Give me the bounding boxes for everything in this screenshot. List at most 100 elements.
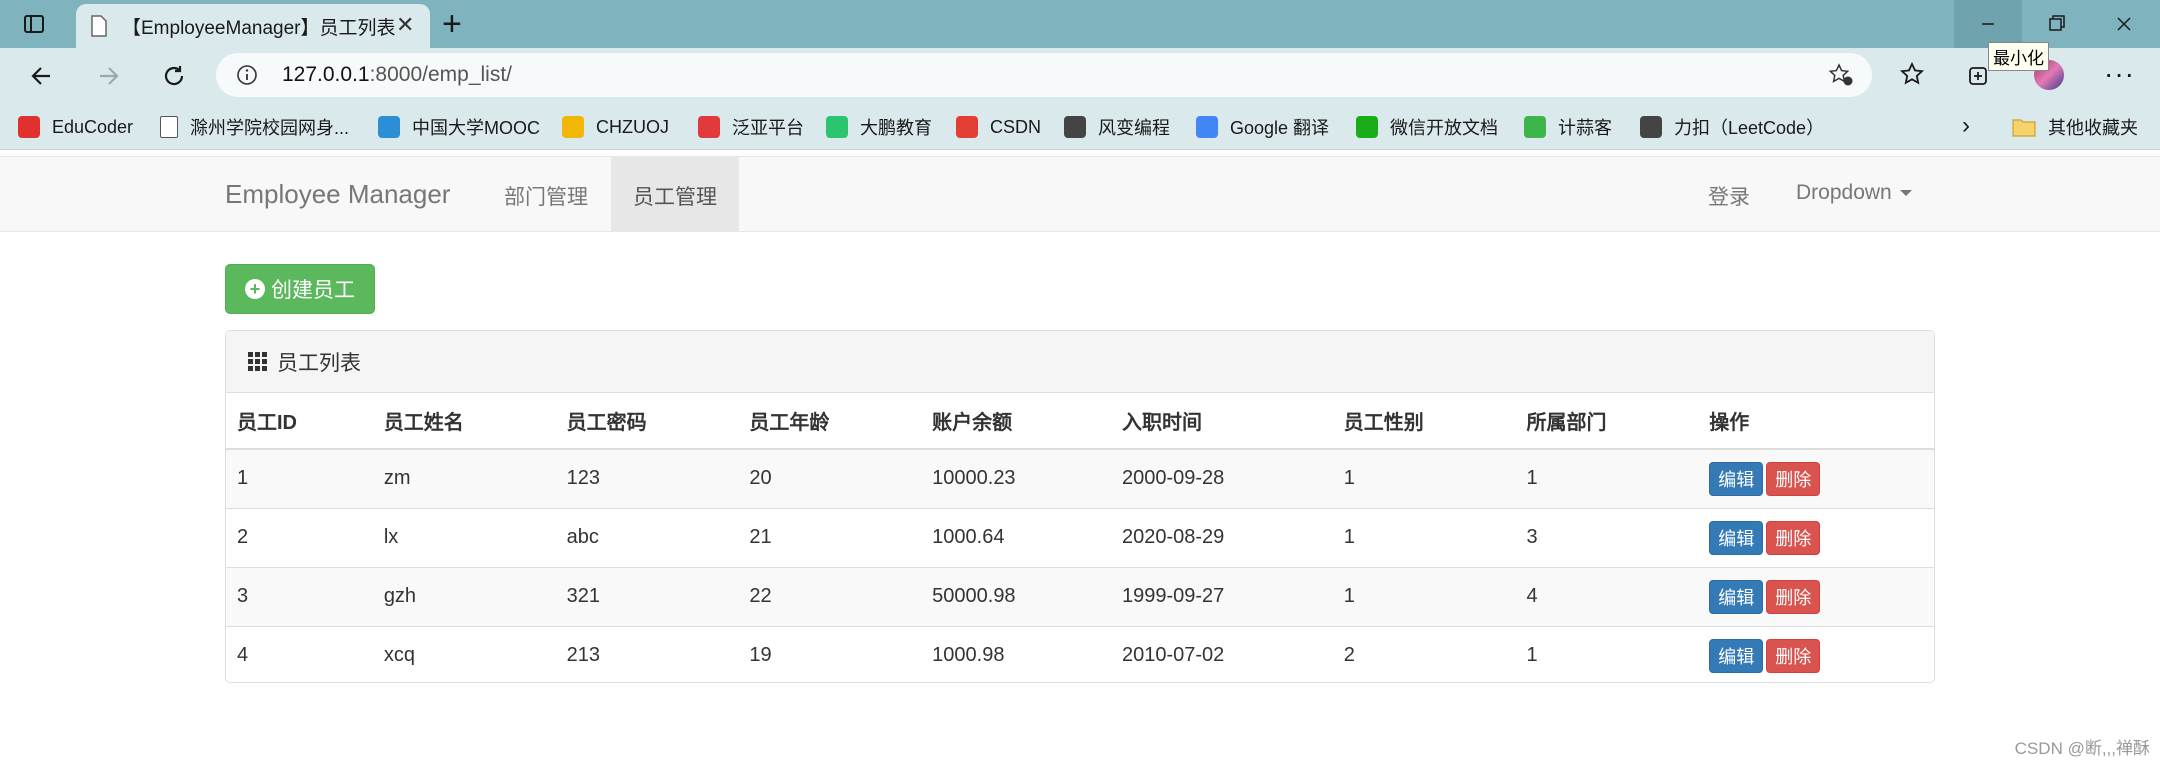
- actions-cell: 编辑 删除: [1698, 507, 1934, 567]
- edit-button[interactable]: 编辑: [1709, 638, 1764, 673]
- column-header: 账户余额: [921, 393, 1111, 450]
- bookmark-item[interactable]: CHZUOJ: [562, 114, 669, 140]
- table-cell: 4: [1515, 566, 1699, 626]
- favorites-icon[interactable]: [1896, 58, 1932, 94]
- bookmarks-more-icon[interactable]: ›: [1962, 112, 1970, 140]
- edit-button[interactable]: 编辑: [1709, 520, 1764, 555]
- minimize-button[interactable]: [1954, 0, 2022, 48]
- page-icon: [160, 116, 178, 138]
- refresh-icon[interactable]: [156, 58, 192, 94]
- bookmark-item[interactable]: 风变编程: [1064, 114, 1170, 140]
- panel-title: 员工列表: [277, 351, 361, 375]
- close-icon: [2117, 17, 2131, 31]
- add-favorite-icon[interactable]: [1828, 63, 1854, 87]
- toutiao-icon: [18, 116, 40, 138]
- create-employee-button[interactable]: + 创建员工: [225, 264, 375, 314]
- tab-strip: 【EmployeeManager】员工列表 ✕ +: [0, 0, 2160, 48]
- table-row: 1 zm 123 20 10000.23 2000-09-28 1 1 编辑 删除: [226, 448, 1934, 508]
- employee-panel: 员工列表 员工ID 员工姓名 员工密码 员工年龄 账户余额 入职时间 员工性别 所属部门 操作 …: [225, 330, 1935, 683]
- actions-cell: 编辑 删除: [1698, 448, 1934, 508]
- table-cell: 2: [226, 507, 373, 567]
- navbar-brand[interactable]: Employee Manager: [225, 179, 450, 210]
- delete-button[interactable]: 删除: [1766, 520, 1821, 555]
- bookmark-label: 风变编程: [1098, 118, 1170, 138]
- minimize-tooltip: 最小化: [1988, 42, 2049, 71]
- column-header: 员工姓名: [372, 393, 556, 450]
- table-cell: zm: [372, 448, 556, 508]
- forward-icon[interactable]: [90, 58, 126, 94]
- bookmark-item[interactable]: 力扣（LeetCode）: [1640, 114, 1824, 140]
- nav-dropdown[interactable]: Dropdown: [1774, 157, 1934, 231]
- more-menu-icon[interactable]: ···: [2104, 58, 2135, 90]
- edit-button[interactable]: 编辑: [1709, 461, 1764, 496]
- table-cell: 1999-09-27: [1110, 566, 1333, 626]
- table-cell: 213: [555, 625, 739, 682]
- bookmark-item[interactable]: 中国大学MOOC: [378, 114, 540, 140]
- google-translate-icon: [1196, 116, 1218, 138]
- new-tab-icon[interactable]: +: [442, 6, 462, 42]
- navbar: Employee Manager 部门管理 员工管理 登录 Dropdown: [0, 156, 2160, 232]
- table-cell: 1000.98: [921, 625, 1111, 682]
- table-cell: 1: [226, 448, 373, 508]
- panel-heading: 员工列表: [226, 331, 1934, 393]
- column-header: 员工年龄: [738, 393, 922, 450]
- table-cell: 19: [738, 625, 922, 682]
- bookmark-item[interactable]: EduCoder: [18, 114, 133, 140]
- column-header: 所属部门: [1515, 393, 1699, 450]
- tab-close-icon[interactable]: ✕: [396, 13, 414, 37]
- table-cell: 20: [738, 448, 922, 508]
- delete-button[interactable]: 删除: [1766, 461, 1821, 496]
- close-window-button[interactable]: [2090, 0, 2158, 48]
- bookmark-item[interactable]: 滁州学院校园网身...: [160, 114, 349, 140]
- tab-actions-icon[interactable]: [22, 12, 46, 36]
- restore-button[interactable]: [2022, 0, 2090, 48]
- actions-cell: 编辑 删除: [1698, 566, 1934, 626]
- panda-icon: [1064, 116, 1086, 138]
- mooc-icon: [378, 116, 400, 138]
- bookmark-label: CSDN: [990, 116, 1042, 137]
- bookmark-item[interactable]: 泛亚平台: [698, 114, 804, 140]
- bookmark-item[interactable]: 微信开放文档: [1356, 114, 1498, 140]
- table-cell: 50000.98: [921, 566, 1111, 626]
- bookmark-label: 计蒜客: [1558, 118, 1612, 138]
- table-cell: 2020-08-29: [1110, 507, 1333, 567]
- delete-button[interactable]: 删除: [1766, 579, 1821, 614]
- nav-employees[interactable]: 员工管理: [611, 157, 739, 231]
- bookmark-item[interactable]: CSDN: [956, 114, 1041, 140]
- back-icon[interactable]: [24, 58, 60, 94]
- table-cell: xcq: [372, 625, 556, 682]
- table-cell: 21: [738, 507, 922, 567]
- edit-button[interactable]: 编辑: [1709, 579, 1764, 614]
- bookmark-label: 大鹏教育: [860, 118, 932, 138]
- csdn-icon: [956, 116, 978, 138]
- address-bar[interactable]: 127.0.0.1:8000/emp_list/: [216, 53, 1872, 97]
- plus-circle-icon: +: [245, 279, 265, 299]
- table-cell: 321: [555, 566, 739, 626]
- table-cell: 1: [1332, 448, 1516, 508]
- chzuoj-icon: [562, 116, 584, 138]
- leetcode-icon: [1640, 116, 1662, 138]
- bookmark-label: 微信开放文档: [1390, 118, 1498, 138]
- nav-login[interactable]: 登录: [1686, 157, 1772, 231]
- th-icon: [248, 352, 267, 371]
- table-cell: 2010-07-02: [1110, 625, 1333, 682]
- jisuanke-icon: [1524, 116, 1546, 138]
- table-cell: 1000.64: [921, 507, 1111, 567]
- other-bookmarks-label: 其他收藏夹: [2048, 118, 2138, 138]
- browser-toolbar: 127.0.0.1:8000/emp_list/ ···: [0, 48, 2160, 104]
- folder-icon: [2012, 119, 2036, 137]
- page-icon: [91, 15, 107, 37]
- bookmark-item[interactable]: Google 翻译: [1196, 114, 1329, 140]
- active-tab[interactable]: 【EmployeeManager】员工列表 ✕: [76, 4, 430, 48]
- other-bookmarks[interactable]: 其他收藏夹: [2012, 114, 2138, 140]
- nav-departments[interactable]: 部门管理: [482, 157, 610, 231]
- bookmark-item[interactable]: 大鹏教育: [826, 114, 932, 140]
- table-cell: abc: [555, 507, 739, 567]
- column-header: 员工密码: [555, 393, 739, 450]
- tab-title: 【EmployeeManager】员工列表: [122, 18, 396, 39]
- bookmark-item[interactable]: 计蒜客: [1524, 114, 1612, 140]
- site-info-icon[interactable]: [236, 64, 258, 86]
- actions-cell: 编辑 删除: [1698, 625, 1934, 682]
- delete-button[interactable]: 删除: [1766, 638, 1821, 673]
- bookmark-label: CHZUOJ: [596, 116, 669, 137]
